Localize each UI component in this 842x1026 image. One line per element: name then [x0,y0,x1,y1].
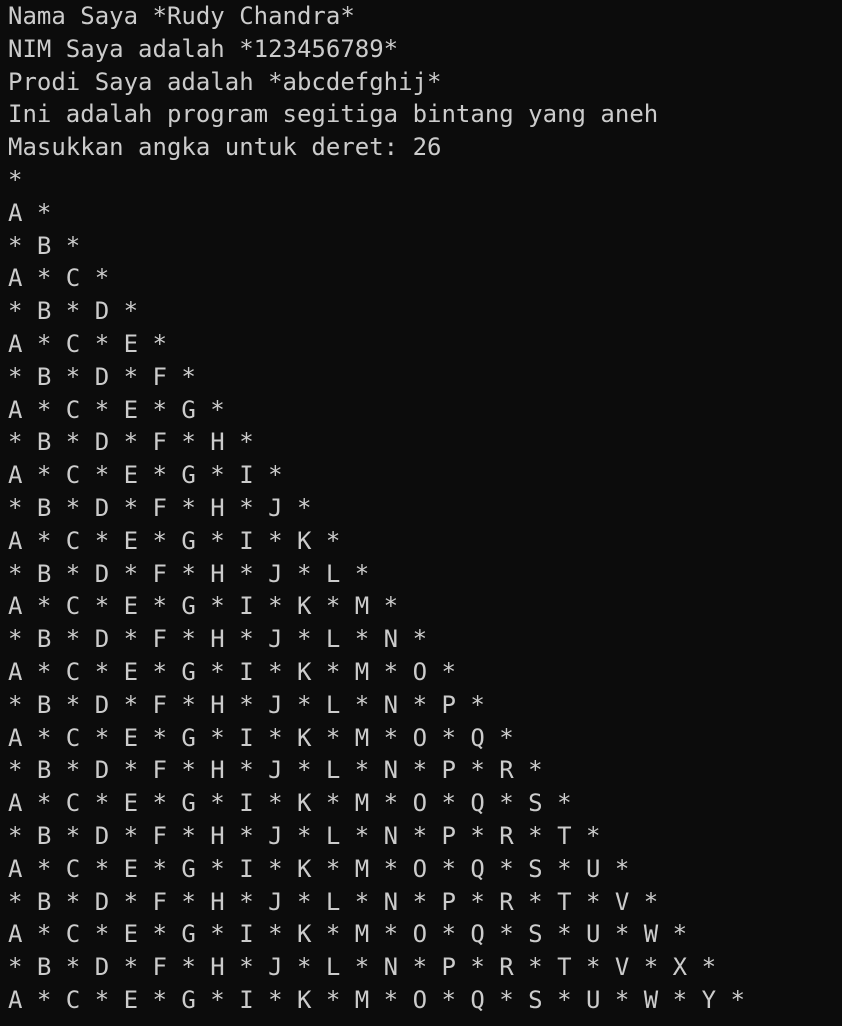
triangle-row: A * C * E * [8,329,167,358]
triangle-row: * [8,165,23,194]
output-line-name: Nama Saya *Rudy Chandra* [8,2,355,30]
triangle-row: * B * D * F * H * J * L * N * P * R * T … [8,821,601,850]
triangle-row: A * C * E * G * I * K * M * [8,592,399,621]
triangle-row: A * C * E * G * I * K * [8,526,341,555]
output-line-nim: NIM Saya adalah *123456789* [8,34,399,63]
triangle-row: A * C * E * G * I * K * M * O * Q * [8,723,514,752]
triangle-row: * B * D * F * H * [8,428,254,457]
triangle-row: A * [8,198,52,227]
terminal-window[interactable]: Nama Saya *Rudy Chandra* NIM Saya adalah… [0,0,842,1026]
triangle-row: A * C * E * G * I * K * M * O * Q * S * … [8,985,745,1014]
triangle-row: A * C * [8,264,110,293]
output-line-program-description: Ini adalah program segitiga bintang yang… [8,100,659,129]
triangle-row: A * C * E * G * I * K * M * O * Q * S * [8,789,572,818]
triangle-row: * B * [8,231,81,260]
triangle-row: * B * D * F * H * J * L * N * P * R * [8,756,543,785]
input-prompt-line: Masukkan angka untuk deret: 26 [8,133,442,162]
triangle-row: * B * D * F * H * J * L * N * [8,625,428,654]
triangle-row: * B * D * F * H * J * L * [8,559,370,588]
triangle-row: * B * D * F * H * J * L * N * P * R * T … [8,887,659,916]
triangle-row: A * C * E * G * I * K * M * O * Q * S * … [8,920,688,949]
triangle-row: A * C * E * G * I * K * M * O * Q * S * … [8,854,630,883]
triangle-row: * B * D * F * [8,362,196,391]
triangle-row: * B * D * F * H * J * [8,493,312,522]
triangle-row: * B * D * F * H * J * L * N * P * R * T … [8,953,717,982]
output-line-prodi: Prodi Saya adalah *abcdefghij* [8,67,442,96]
triangle-row: A * C * E * G * I * [8,461,283,490]
triangle-row: * B * D * [8,297,139,326]
triangle-row: * B * D * F * H * J * L * N * P * [8,690,485,719]
triangle-row: A * C * E * G * I * K * M * O * [8,657,456,686]
triangle-row: A * C * E * G * [8,395,225,424]
